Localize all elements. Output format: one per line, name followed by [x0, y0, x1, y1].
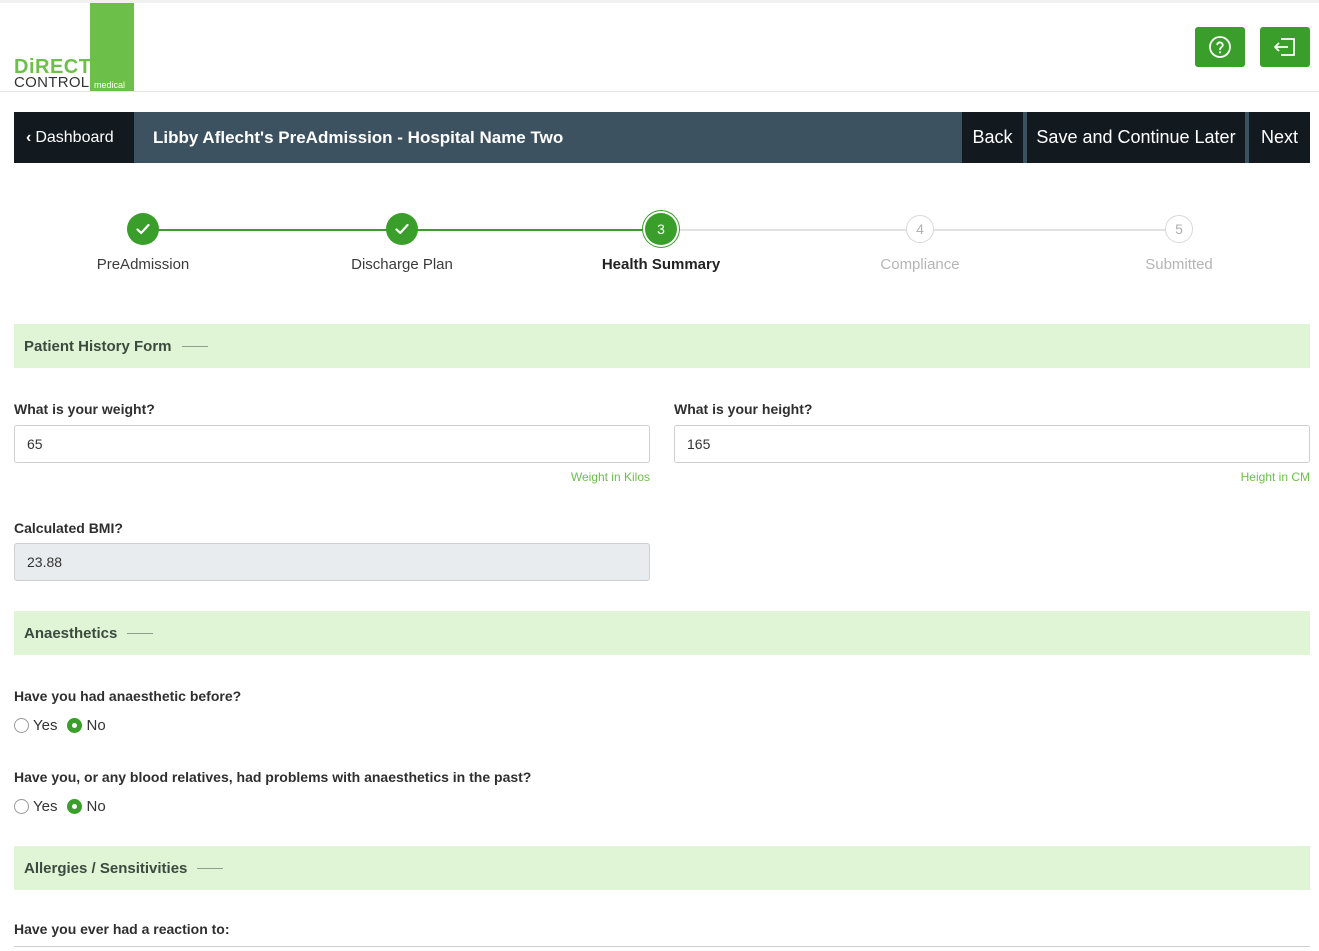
check-icon — [395, 223, 409, 235]
logo-green-block — [90, 3, 134, 91]
anaesthetic-problems-radio-group: Yes No — [14, 798, 116, 815]
allergies-section-header: Allergies / Sensitivities — [14, 846, 1310, 890]
logout-button[interactable] — [1260, 27, 1310, 67]
bmi-field — [14, 543, 650, 581]
height-hint: Height in CM — [1240, 470, 1310, 484]
section-title: Anaesthetics — [24, 624, 118, 642]
bmi-label: Calculated BMI? — [14, 520, 123, 536]
page-title: Libby Aflecht's PreAdmission - Hospital … — [153, 128, 564, 147]
app-header: DiRECT CONTROL medical — [0, 3, 1319, 92]
section-title: Allergies / Sensitivities — [24, 859, 188, 877]
step-2-label[interactable]: Discharge Plan — [302, 256, 502, 273]
anaesthetic-problems-yes-option[interactable]: Yes — [14, 798, 57, 815]
weight-input[interactable] — [14, 425, 650, 463]
weight-label: What is your weight? — [14, 401, 155, 417]
chevron-left-icon: ‹ — [26, 128, 32, 146]
section-title-rule — [127, 632, 154, 634]
step-1-marker[interactable] — [127, 213, 159, 245]
logo-medical-text: medical — [94, 80, 126, 90]
reaction-label: Have you ever had a reaction to: — [14, 921, 230, 937]
radio-yes-label: Yes — [33, 798, 58, 815]
height-input[interactable] — [674, 425, 1310, 463]
dashboard-label: Dashboard — [35, 128, 114, 146]
help-button[interactable] — [1195, 27, 1245, 67]
step-connector — [402, 229, 661, 231]
radio-no-selected[interactable] — [67, 799, 83, 814]
question-circle-icon — [1209, 36, 1231, 58]
step-5-label: Submitted — [1145, 256, 1213, 273]
step-3-label[interactable]: Health Summary — [561, 256, 761, 273]
step-connector — [661, 229, 920, 231]
step-5-marker: 5 — [1165, 215, 1193, 243]
step-3-marker[interactable]: 3 — [645, 213, 677, 245]
step-2-marker[interactable] — [386, 213, 418, 245]
anaesthetic-problems-no-option[interactable]: No — [67, 798, 106, 815]
section-title-rule — [181, 345, 208, 347]
anaesthetic-before-radio-group: Yes No — [14, 717, 116, 734]
anaesthetic-before-no-option[interactable]: No — [67, 717, 106, 734]
anaesthetic-before-label: Have you had anaesthetic before? — [14, 688, 242, 704]
step-1-label[interactable]: PreAdmission — [43, 256, 243, 273]
radio-no-label: No — [86, 798, 106, 815]
next-button[interactable]: Next — [1249, 112, 1310, 163]
anaesthetics-section-header: Anaesthetics — [14, 611, 1310, 655]
dashboard-button[interactable]: ‹ Dashboard — [14, 112, 134, 163]
anaesthetic-before-yes-option[interactable]: Yes — [14, 717, 57, 734]
step-connector — [143, 229, 402, 231]
direct-control-logo[interactable]: DiRECT CONTROL medical — [14, 3, 136, 91]
step-connector — [920, 229, 1179, 231]
sign-out-icon — [1274, 38, 1295, 56]
divider — [14, 946, 1310, 947]
section-title: Patient History Form — [24, 337, 172, 355]
progress-stepper: 3 4 5 PreAdmission Discharge Plan Health… — [0, 200, 1319, 290]
radio-no-label: No — [86, 717, 106, 734]
step-4-label: Compliance — [880, 256, 960, 273]
height-label: What is your height? — [674, 401, 813, 417]
logo-control-text: CONTROL — [14, 74, 90, 91]
section-title-rule — [197, 867, 224, 869]
step-4-marker: 4 — [906, 215, 934, 243]
radio-no-selected[interactable] — [67, 718, 83, 733]
title-bar: ‹ Dashboard Libby Aflecht's PreAdmission… — [14, 112, 1310, 163]
weight-hint: Weight in Kilos — [570, 470, 650, 484]
check-icon — [136, 223, 150, 235]
anaesthetic-problems-label: Have you, or any blood relatives, had pr… — [14, 769, 532, 785]
save-continue-later-button[interactable]: Save and Continue Later — [1027, 112, 1245, 163]
radio-yes[interactable] — [14, 799, 29, 814]
back-button[interactable]: Back — [962, 112, 1023, 163]
radio-yes[interactable] — [14, 718, 29, 733]
patient-history-section-header: Patient History Form — [14, 324, 1310, 368]
radio-yes-label: Yes — [33, 717, 58, 734]
